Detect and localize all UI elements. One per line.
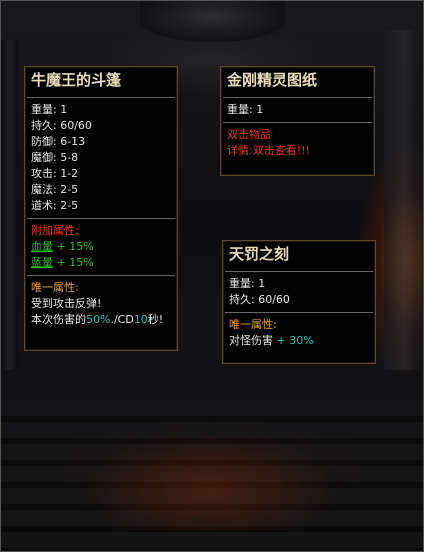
- stat-weight: 重量: 1: [31, 103, 68, 116]
- divider: [27, 218, 175, 219]
- item-title: 天罚之刻: [229, 245, 290, 263]
- stat-defense: 防御: 6-13: [31, 135, 86, 148]
- item-tooltip-cloak: 牛魔王的斗篷 重量: 1 持久: 60/60 防御: 6-13 魔御: 5-8 …: [24, 66, 178, 351]
- extra-mp: 蓝量 + 15%: [31, 256, 94, 269]
- stat-attack: 攻击: 1-2: [31, 167, 79, 180]
- stat-weight: 重量: 1: [229, 277, 266, 290]
- unique-attributes-header: 唯一属性:: [31, 281, 79, 294]
- action-details: 详情:双击查看!!!: [227, 144, 310, 157]
- item-title: 金刚精灵图纸: [227, 71, 318, 89]
- unique-attributes-header: 唯一属性:: [229, 318, 277, 331]
- stat-durability: 持久: 60/60: [31, 119, 92, 132]
- divider: [225, 271, 373, 272]
- stat-magic-defense: 魔御: 5-8: [31, 151, 79, 164]
- stat-magic: 魔法: 2-5: [31, 183, 79, 196]
- divider: [223, 122, 372, 123]
- item-tooltip-blueprint: 金刚精灵图纸 重量: 1 双击物品 详情:双击查看!!!: [220, 66, 375, 176]
- unique-line-damage: 本次伤害的50%./CD10秒!: [31, 313, 164, 326]
- item-tooltip-punishment: 天罚之刻 重量: 1 持久: 60/60 唯一属性: 对怪伤害 + 30%: [222, 240, 376, 364]
- stat-weight: 重量: 1: [227, 103, 264, 116]
- divider: [27, 275, 175, 276]
- unique-monster-damage: 对怪伤害 + 30%: [229, 334, 314, 347]
- stat-taoism: 道术: 2-5: [31, 199, 79, 212]
- unique-line-reflect: 受到攻击反弹!: [31, 297, 102, 310]
- item-title: 牛魔王的斗篷: [31, 71, 122, 89]
- divider: [225, 312, 373, 313]
- extra-attributes-header: 附加属性:: [31, 224, 79, 237]
- stat-durability: 持久: 60/60: [229, 293, 290, 306]
- divider: [27, 97, 175, 98]
- action-double-click: 双击物品: [227, 128, 271, 141]
- divider: [223, 97, 372, 98]
- extra-hp: 血量 + 15%: [31, 240, 94, 253]
